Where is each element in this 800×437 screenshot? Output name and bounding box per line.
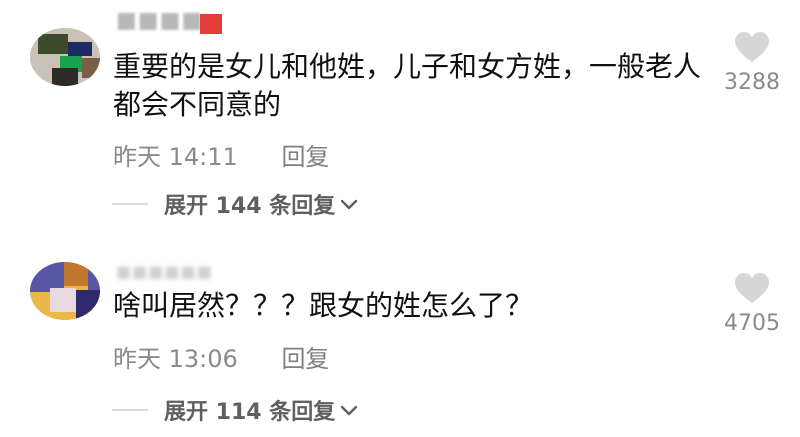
avatar[interactable] xyxy=(30,262,100,320)
like-count: 4705 xyxy=(724,311,780,336)
chevron-down-icon xyxy=(341,199,358,210)
avatar[interactable] xyxy=(30,28,100,86)
expand-replies-button[interactable]: 展开 144 条回复 xyxy=(112,189,359,219)
comment-meta: 昨天 14:11 回复 xyxy=(113,137,329,172)
like-count: 3288 xyxy=(724,70,780,95)
comment-time: 昨天 13:06 xyxy=(113,345,238,373)
chevron-down-icon xyxy=(341,405,358,416)
divider-line xyxy=(112,409,148,411)
reply-button[interactable]: 回复 xyxy=(281,137,329,172)
expand-replies-button[interactable]: 展开 114 条回复 xyxy=(112,395,359,425)
like-button[interactable]: 3288 xyxy=(720,30,784,95)
reply-button[interactable]: 回复 xyxy=(281,339,329,374)
heart-icon xyxy=(735,32,769,62)
comment-item: ■■■■■■ 啥叫居然？？？跟女的姓怎么了？ 昨天 13:06 回复 展开 11… xyxy=(0,255,800,437)
divider-line xyxy=(112,203,148,205)
heart-icon xyxy=(735,273,769,303)
like-button[interactable]: 4705 xyxy=(720,271,784,336)
comment-meta: 昨天 13:06 回复 xyxy=(113,339,329,374)
expand-replies-label: 展开 114 条回复 xyxy=(164,400,336,425)
comment-text: 啥叫居然？？？跟女的姓怎么了？ xyxy=(113,289,534,322)
comment-time: 昨天 14:11 xyxy=(113,143,238,171)
badge xyxy=(200,14,222,34)
username-blurred[interactable]: ■■■■■■ xyxy=(116,261,246,283)
expand-replies-label: 展开 144 条回复 xyxy=(164,194,336,219)
comment-item: ■■■■ 重要的是女儿和他姓，儿子和女方姓，一般老人都会不同意的 昨天 14:1… xyxy=(0,0,800,225)
comment-text: 重要的是女儿和他姓，儿子和女方姓，一般老人都会不同意的 xyxy=(113,50,702,121)
